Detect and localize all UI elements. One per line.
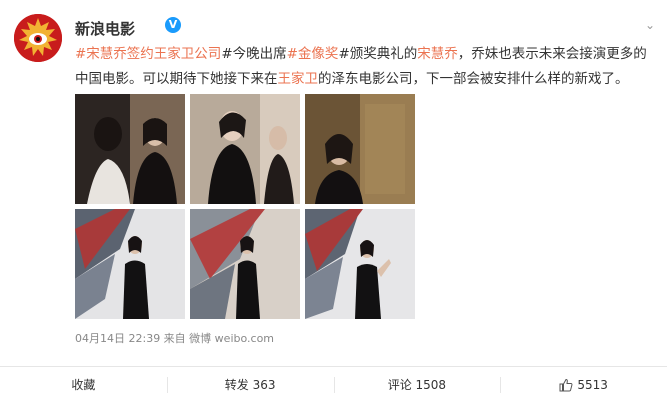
comment-label: 评论 1508 bbox=[387, 378, 447, 392]
username[interactable]: 新浪电影 bbox=[75, 18, 135, 39]
photo-thumbnail[interactable] bbox=[75, 209, 185, 319]
photo-thumbnail[interactable] bbox=[305, 94, 415, 204]
photo-thumbnail[interactable] bbox=[305, 209, 415, 319]
photo-thumbnail[interactable] bbox=[190, 94, 300, 204]
chevron-down-icon[interactable]: ⌄ bbox=[645, 18, 655, 32]
photo-grid bbox=[75, 94, 415, 322]
like-count: 5513 bbox=[577, 377, 608, 392]
action-bar: 收藏 转发 363 评论 1508 5513 bbox=[0, 366, 667, 402]
post-meta: 04月14日 22:39 来自 微博 weibo.com bbox=[75, 332, 275, 345]
like-button[interactable]: 5513 bbox=[500, 367, 667, 402]
verified-badge-icon: V bbox=[165, 17, 181, 33]
post-text-segment: 的泽东电影公司，下一部会被安排什么样的新戏了。 bbox=[318, 71, 629, 87]
hashtag-link[interactable]: #宋慧乔签约王家卫公司 bbox=[75, 46, 221, 62]
repost-label: 转发 363 bbox=[224, 378, 276, 392]
mention-link[interactable]: 宋慧乔 bbox=[417, 46, 458, 62]
favorite-label: 收藏 bbox=[71, 378, 96, 392]
post-text-segment: #今晚出席 bbox=[221, 46, 287, 62]
thumbs-up-icon bbox=[559, 378, 573, 391]
avatar[interactable] bbox=[14, 14, 62, 62]
photo-thumbnail[interactable] bbox=[190, 209, 300, 319]
mention-link[interactable]: 王家卫 bbox=[278, 71, 319, 87]
comment-button[interactable]: 评论 1508 bbox=[333, 367, 501, 402]
photo-thumbnail[interactable] bbox=[75, 94, 185, 204]
post-text: #宋慧乔签约王家卫公司#今晚出席#金像奖#颁奖典礼的宋慧乔，乔妹也表示未来会接演… bbox=[75, 42, 655, 92]
hashtag-link[interactable]: #金像奖 bbox=[287, 46, 339, 62]
sina-eye-logo-icon bbox=[14, 14, 62, 62]
favorite-button[interactable]: 收藏 bbox=[0, 367, 167, 402]
repost-button[interactable]: 转发 363 bbox=[166, 367, 334, 402]
post-text-segment: #颁奖典礼的 bbox=[338, 46, 418, 62]
